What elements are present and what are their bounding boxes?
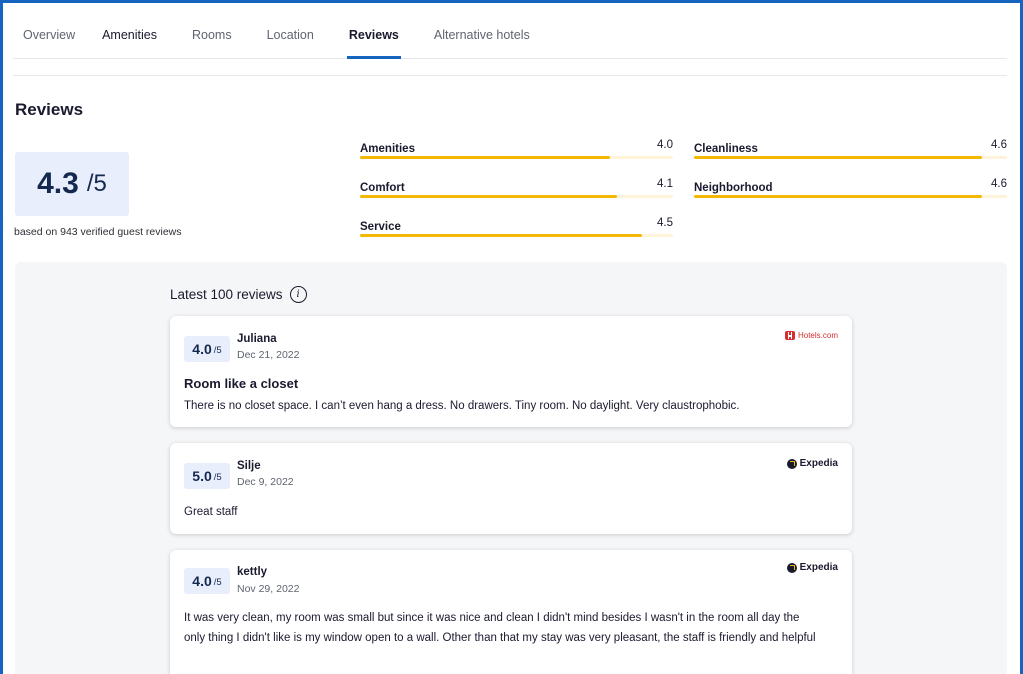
review-rating: 4.0 [192,341,212,357]
review-date: Nov 29, 2022 [237,583,300,595]
metric-bar-fill [360,156,611,159]
review-rating: 5.0 [192,468,212,484]
metric-label: Neighborhood [694,182,773,194]
metric-bar [360,195,673,198]
metric-label: Service [360,221,401,233]
info-icon[interactable]: i [289,286,307,303]
metric-value: 4.0 [657,139,673,151]
metric-bar-fill [694,195,982,198]
review-date: Dec 9, 2022 [237,476,294,488]
tab-amenities[interactable]: Amenities [102,28,157,59]
tab-overview[interactable]: Overview [23,28,75,59]
review-rating-denominator: /5 [213,577,222,588]
metric-label: Cleanliness [694,143,758,155]
review-title: Room like a closet [184,376,299,391]
tab-location[interactable]: Location [267,28,314,59]
review-source: Expedia [786,458,838,469]
review-card: 4.0 /5 Juliana Dec 21, 2022 Hotels.com R… [170,316,852,427]
reviewer-name: kettly [237,566,268,578]
review-source-label: Expedia [799,562,838,573]
review-rating: 4.0 [192,573,212,589]
review-source: Hotels.com [784,331,838,340]
metric-value: 4.1 [657,178,673,190]
review-card: 4.0 /5 kettly Nov 29, 2022 Expedia It wa… [170,550,852,674]
metric-bar [360,156,673,159]
metric-bar [694,156,1007,159]
review-source-label: Hotels.com [797,331,838,340]
review-source: Expedia [786,562,838,573]
review-source-label: Expedia [799,458,838,469]
review-text: Great staff [184,506,238,518]
divider [13,75,1007,76]
reviewer-name: Silje [237,460,261,472]
latest-reviews-label: Latest 100 reviews [170,287,283,302]
reviews-heading: Reviews [15,100,84,119]
metric-neighborhood: Neighborhood 4.6 [694,178,1007,198]
review-rating-badge: 4.0 /5 [184,568,230,594]
section-tabs: Overview Amenities Rooms Location Review… [13,0,1007,59]
review-text: It was very clean, my room was small but… [184,612,816,644]
expedia-logo-icon [786,458,797,469]
metric-service: Service 4.5 [360,217,673,237]
metric-bar-fill [360,234,642,237]
metric-bar-fill [360,195,617,198]
metric-bar [360,234,673,237]
expedia-logo-icon [786,562,797,573]
overall-score-badge: 4.3 /5 [15,152,129,216]
latest-reviews-heading: Latest 100 reviews i [170,286,307,303]
metric-value: 4.6 [991,178,1007,190]
metric-label: Amenities [360,143,415,155]
review-rating-denominator: /5 [213,472,222,483]
metric-bar [694,195,1007,198]
metric-comfort: Comfort 4.1 [360,178,673,198]
tab-alternative-hotels[interactable]: Alternative hotels [434,28,530,59]
metric-label: Comfort [360,182,405,194]
review-rating-denominator: /5 [213,345,222,356]
metric-cleanliness: Cleanliness 4.6 [694,139,1007,159]
review-rating-badge: 4.0 /5 [184,336,230,362]
review-rating-badge: 5.0 /5 [184,463,230,489]
overall-score: 4.3 [37,167,79,200]
reviews-count-caption: based on 943 verified guest reviews [14,226,182,238]
metric-value: 4.6 [991,139,1007,151]
reviewer-name: Juliana [237,333,277,345]
metric-bar-fill [694,156,982,159]
metric-amenities: Amenities 4.0 [360,139,673,159]
review-text: There is no closet space. I can’t even h… [184,400,740,412]
overall-score-denominator: /5 [86,170,107,197]
tab-reviews[interactable]: Reviews [346,28,401,59]
review-date: Dec 21, 2022 [237,349,300,361]
review-card: 5.0 /5 Silje Dec 9, 2022 Expedia Great s… [170,443,852,534]
tab-rooms[interactable]: Rooms [192,28,232,59]
hotels-com-logo-icon [784,331,795,340]
metric-value: 4.5 [657,217,673,229]
